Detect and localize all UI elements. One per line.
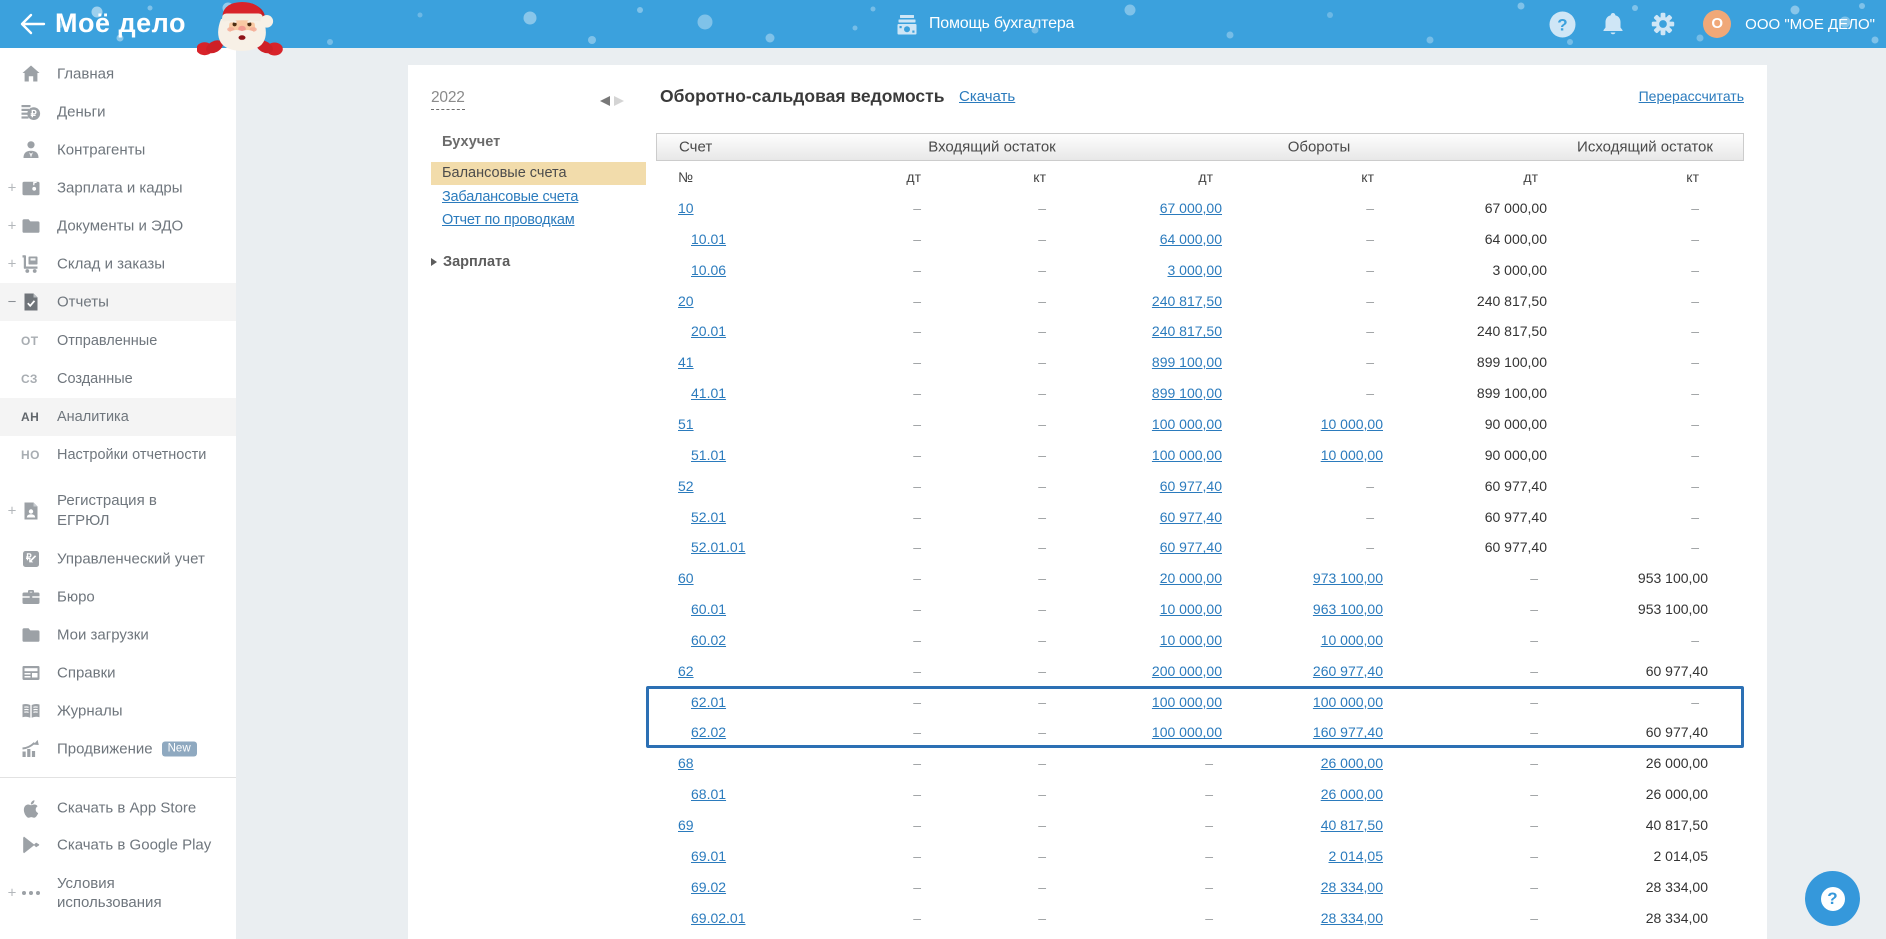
svg-text:?: ?: [1557, 15, 1567, 34]
svg-text:₽: ₽: [31, 109, 38, 120]
